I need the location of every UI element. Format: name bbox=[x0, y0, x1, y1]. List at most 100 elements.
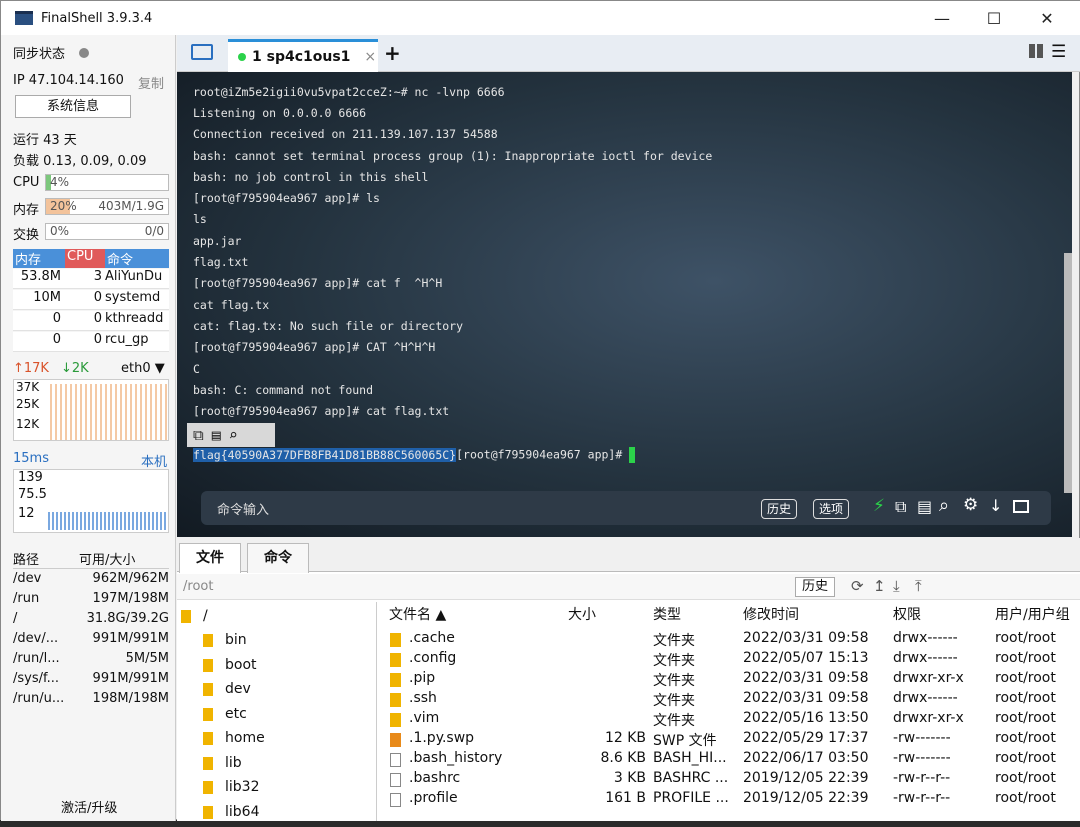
copy-icon[interactable]: ⧉ bbox=[193, 426, 204, 444]
up-directory-icon[interactable]: ↥ bbox=[873, 577, 886, 595]
tree-node[interactable]: home bbox=[203, 730, 265, 746]
close-button[interactable]: ✕ bbox=[1020, 1, 1074, 35]
cpu-value: 4% bbox=[50, 175, 70, 189]
file-row[interactable]: .vim 文件夹 2022/05/16 13:50 drwxr-xr-x root/ro… bbox=[382, 710, 1080, 730]
proc-col-cmd[interactable]: 命令 bbox=[105, 249, 169, 268]
proc-col-cpu[interactable]: CPU bbox=[65, 249, 105, 268]
tab-files[interactable]: 文件 bbox=[179, 543, 241, 573]
process-row[interactable]: 0 0 rcu_gp bbox=[13, 332, 169, 352]
tab-commands[interactable]: 命令 bbox=[247, 543, 309, 573]
col-type[interactable]: 类型 bbox=[653, 604, 681, 624]
path-history-button[interactable]: 历史 bbox=[795, 577, 836, 597]
options-button[interactable]: 选项 bbox=[813, 499, 850, 519]
upload-icon[interactable]: ⤒ bbox=[915, 577, 922, 595]
settings-icon[interactable]: ⚙ bbox=[963, 495, 978, 515]
disk-path: /dev bbox=[13, 571, 42, 586]
arrow-down-icon[interactable]: ↓ bbox=[989, 496, 1002, 515]
disk-row: /run/l... 5M/5M bbox=[13, 651, 169, 666]
download-icon[interactable]: ⤓ bbox=[893, 577, 900, 595]
file-row[interactable]: .pip 文件夹 2022/03/31 09:58 drwxr-xr-x root/ro… bbox=[382, 670, 1080, 690]
file-type: 文件夹 bbox=[653, 693, 695, 709]
tree-node[interactable]: etc bbox=[203, 706, 247, 722]
tree-node[interactable]: dev bbox=[203, 681, 251, 697]
file-row[interactable]: .bash_history 8.6 KB BASH_HI... 2022/06/17 … bbox=[382, 750, 1080, 770]
tree-node[interactable]: boot bbox=[203, 657, 257, 673]
system-info-button[interactable]: 系统信息 bbox=[15, 95, 131, 118]
history-button[interactable]: 历史 bbox=[761, 499, 798, 519]
file-row[interactable]: .1.py.swp 12 KB SWP 文件 2022/05/29 17:37 -rw-… bbox=[382, 730, 1080, 750]
folder-link-icon bbox=[203, 805, 213, 819]
tree-label: dev bbox=[225, 681, 251, 697]
process-row[interactable]: 0 0 kthreadd bbox=[13, 311, 169, 331]
latency-tick: 139 bbox=[18, 470, 43, 485]
disk-size: 197M/198M bbox=[92, 591, 169, 606]
disk-col-size[interactable]: 可用/大小 bbox=[75, 549, 169, 568]
file-name: .bashrc bbox=[409, 770, 461, 786]
col-owner[interactable]: 用户/用户组 bbox=[995, 604, 1080, 624]
terminal-cursor bbox=[629, 447, 636, 463]
paste-icon[interactable]: ▤ bbox=[917, 497, 932, 516]
proc-mem: 53.8M bbox=[20, 269, 61, 284]
disk-size: 991M/991M bbox=[92, 671, 169, 686]
copy-icon[interactable]: ⧉ bbox=[895, 497, 906, 517]
col-permissions[interactable]: 权限 bbox=[893, 604, 921, 624]
ip-address: IP 47.104.14.160 bbox=[13, 73, 124, 88]
paste-icon[interactable]: ▤ bbox=[212, 426, 221, 444]
open-folder-icon[interactable] bbox=[191, 44, 213, 60]
folder-icon bbox=[203, 707, 213, 721]
directory-tree: / bin boot dev etc home lib lib32 lib64 bbox=[177, 602, 377, 821]
latency-target[interactable]: 本机 bbox=[141, 451, 167, 470]
file-mtime: 2022/06/17 03:50 bbox=[743, 750, 869, 766]
file-owner: root/root bbox=[995, 710, 1056, 726]
tree-node[interactable]: lib64 bbox=[203, 804, 259, 820]
menu-icon[interactable]: ☰ bbox=[1051, 42, 1066, 62]
terminal-current-line: flag{40590A377DFB8FB41D81BB88C560065C}[r… bbox=[193, 447, 636, 463]
latency-graph: 139 75.5 12 bbox=[13, 469, 169, 533]
file-row[interactable]: .ssh 文件夹 2022/03/31 09:58 drwx------ root/ro… bbox=[382, 690, 1080, 710]
close-tab-icon[interactable]: × bbox=[364, 49, 376, 65]
folder-icon bbox=[203, 682, 213, 696]
terminal-scrollbar[interactable] bbox=[1064, 253, 1072, 493]
tree-node[interactable]: lib32 bbox=[203, 779, 259, 795]
search-icon[interactable]: ⌕ bbox=[229, 426, 238, 444]
col-size[interactable]: 大小 bbox=[568, 604, 596, 624]
layout-grid-icon[interactable] bbox=[1029, 44, 1045, 58]
file-row[interactable]: .bashrc 3 KB BASHRC ... 2019/12/05 22:39 -rw… bbox=[382, 770, 1080, 790]
process-row[interactable]: 10M 0 systemd bbox=[13, 290, 169, 310]
search-icon[interactable]: ⌕ bbox=[939, 495, 949, 516]
tree-node[interactable]: lib bbox=[203, 755, 242, 771]
folder-icon bbox=[181, 609, 191, 623]
maximize-button[interactable]: ☐ bbox=[967, 1, 1021, 35]
terminal-output[interactable]: root@iZm5e2igii0vu5vpat2cceZ:~# nc -lvnp… bbox=[177, 72, 1072, 537]
minimize-button[interactable]: — bbox=[915, 1, 969, 35]
flag-selection[interactable]: flag{40590A377DFB8FB41D81BB88C560065C} bbox=[193, 447, 457, 462]
file-row[interactable]: .config 文件夹 2022/05/07 15:13 drwx------ root… bbox=[382, 650, 1080, 670]
copy-ip-link[interactable]: 复制 bbox=[138, 73, 164, 92]
file-list: 文件名 ▲ 大小 类型 修改时间 权限 用户/用户组 .cache 文件夹 2022… bbox=[382, 602, 1080, 821]
proc-col-mem[interactable]: 内存 bbox=[13, 249, 65, 268]
command-input-bar[interactable]: 命令输入 历史 选项 ⚡ ⧉ ▤ ⌕ ⚙ ↓ bbox=[201, 491, 1051, 525]
process-row[interactable]: 53.8M 3 AliYunDu bbox=[13, 269, 169, 289]
tab-label: 1 sp4c1ous1 bbox=[252, 49, 351, 65]
tree-node[interactable]: bin bbox=[203, 632, 247, 648]
latency-tick: 75.5 bbox=[18, 487, 47, 502]
refresh-icon[interactable]: ⟳ bbox=[851, 577, 864, 595]
tree-node-root[interactable]: / bbox=[181, 608, 208, 624]
activate-upgrade-link[interactable]: 激活/升级 bbox=[61, 797, 117, 816]
command-input-placeholder[interactable]: 命令输入 bbox=[217, 499, 269, 518]
disk-col-path[interactable]: 路径 bbox=[13, 549, 75, 568]
file-row[interactable]: .cache 文件夹 2022/03/31 09:58 drwx------ root/… bbox=[382, 630, 1080, 650]
col-modified[interactable]: 修改时间 bbox=[743, 604, 799, 624]
path-input[interactable]: /root bbox=[183, 579, 213, 594]
latency-tick: 12 bbox=[18, 506, 35, 521]
file-row[interactable]: .profile 161 B PROFILE ... 2019/12/05 22:39… bbox=[382, 790, 1080, 810]
file-mtime: 2019/12/05 22:39 bbox=[743, 790, 869, 806]
col-filename[interactable]: 文件名 ▲ bbox=[389, 604, 446, 624]
lightning-icon[interactable]: ⚡ bbox=[873, 496, 885, 516]
window-icon[interactable] bbox=[1013, 500, 1029, 513]
connected-dot-icon bbox=[238, 53, 246, 61]
net-interface-select[interactable]: eth0 ▼ bbox=[121, 361, 165, 376]
tab-session[interactable]: 1 sp4c1ous1 × bbox=[228, 39, 378, 72]
terminal-line: [root@f795904ea967 app]# CAT ^H^H^H bbox=[193, 340, 436, 354]
add-tab-icon[interactable]: + bbox=[384, 41, 401, 65]
